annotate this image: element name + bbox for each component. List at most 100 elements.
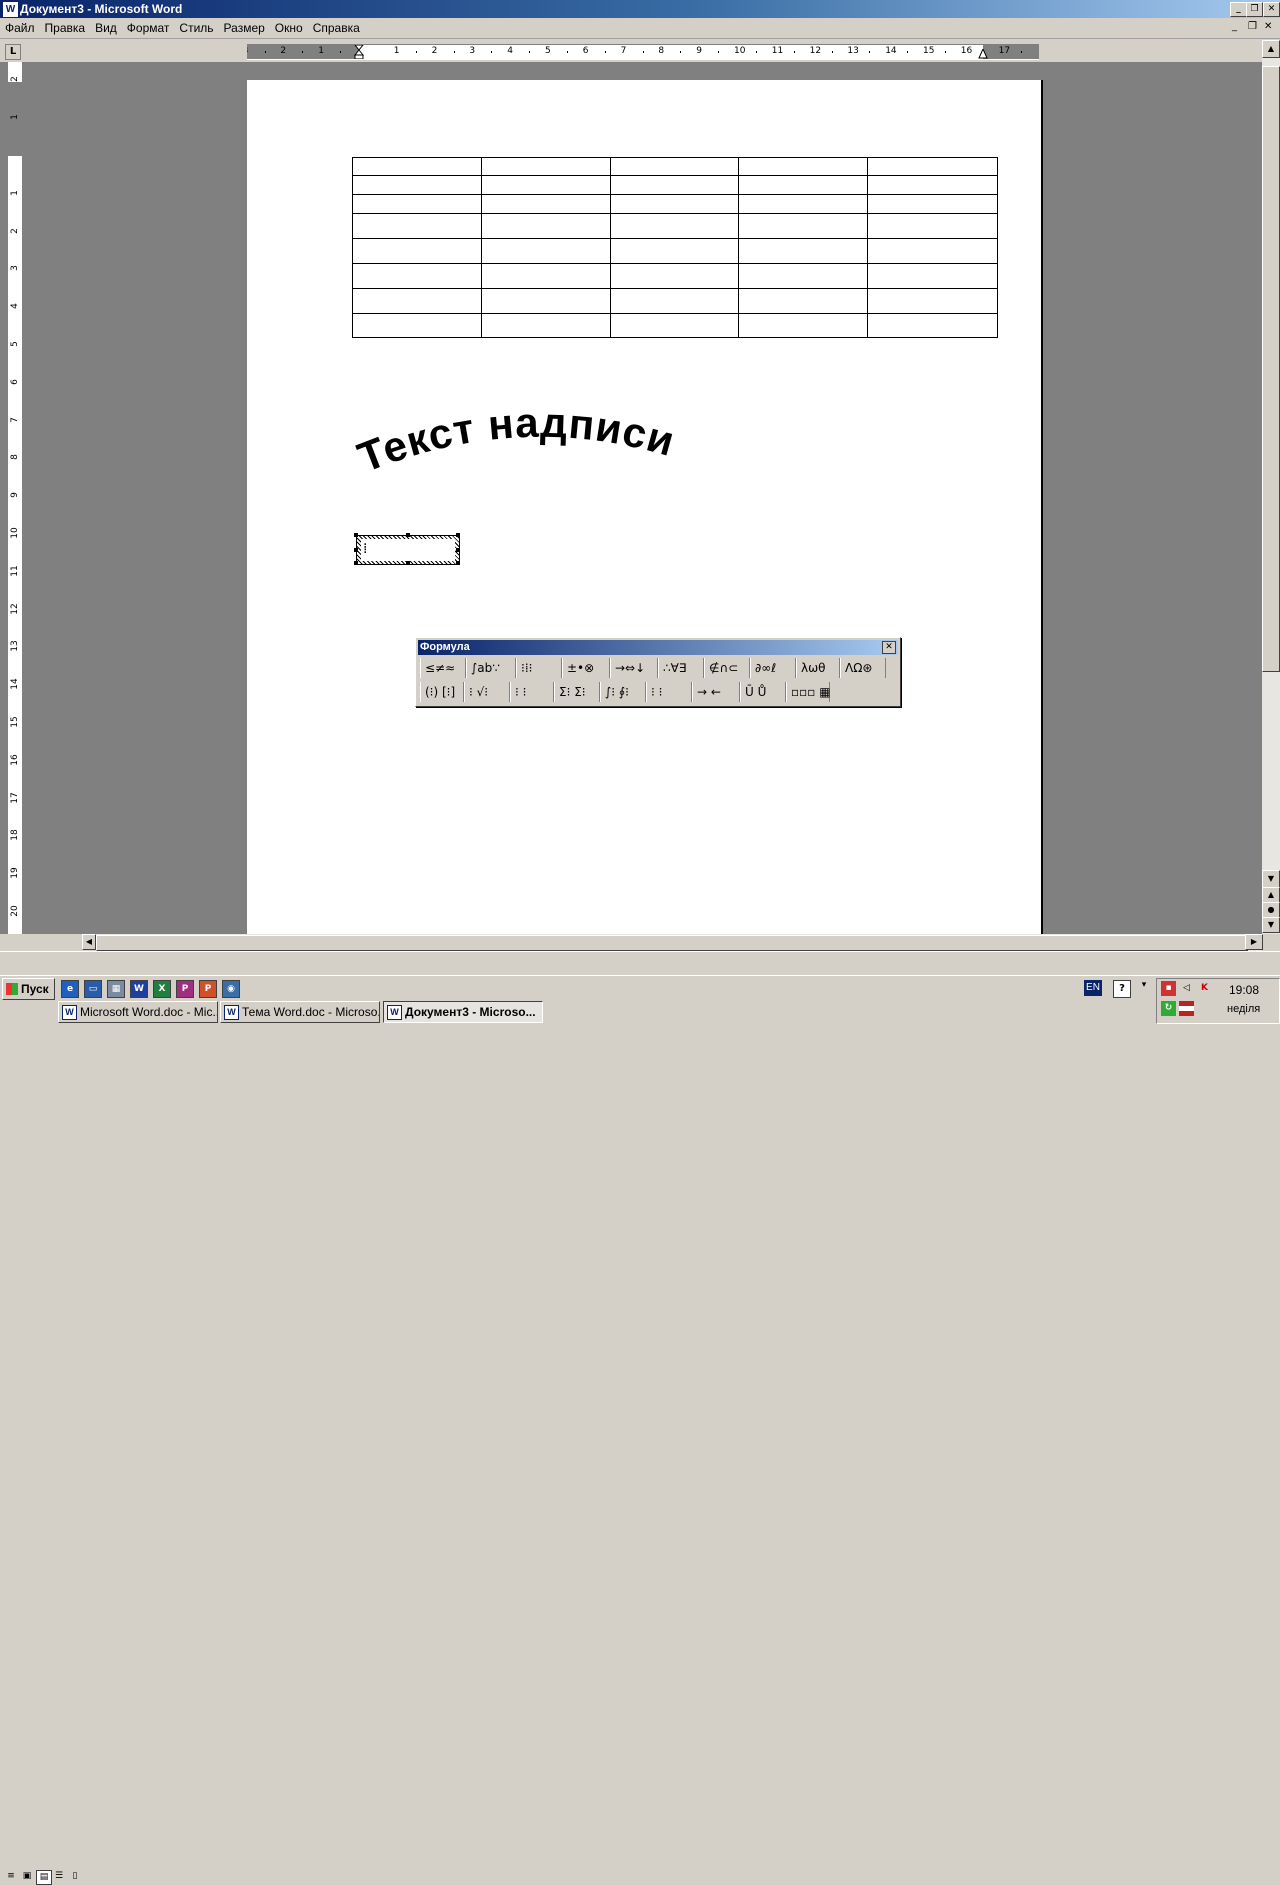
right-indent-marker-icon[interactable]: [978, 49, 988, 59]
table-cell[interactable]: [738, 157, 868, 176]
formula-palette-button[interactable]: λωθ: [796, 658, 840, 678]
resize-handle[interactable]: [456, 561, 460, 565]
formula-palette-button[interactable]: ∂∞ℓ: [750, 658, 796, 678]
formula-palette-button[interactable]: ⁝ ⁝: [646, 682, 692, 702]
sync-icon[interactable]: ↻: [1161, 1001, 1176, 1016]
table-cell[interactable]: [867, 263, 998, 289]
table-cell[interactable]: [352, 238, 482, 264]
resize-handle[interactable]: [354, 548, 358, 552]
word-icon[interactable]: W: [130, 980, 148, 998]
menu-format[interactable]: Формат: [122, 18, 175, 35]
resize-handle[interactable]: [354, 533, 358, 537]
table-cell[interactable]: [610, 288, 739, 314]
table-cell[interactable]: [610, 213, 739, 239]
formula-palette-button[interactable]: ▫▫▫ ▦: [786, 682, 831, 702]
formula-palette-button[interactable]: Ū Ů: [740, 682, 786, 702]
ie-icon[interactable]: e: [61, 980, 79, 998]
formula-palette-button[interactable]: ⁝⁞⁝: [516, 658, 562, 678]
table-cell[interactable]: [352, 175, 482, 195]
formula-palette-button[interactable]: ⁝ √⁝: [464, 682, 510, 702]
menu-size[interactable]: Размер: [219, 18, 270, 35]
formula-toolbar[interactable]: Формула ✕ ≤≠≈ ∫ab∵ ⁝⁞⁝ ±•⊗ →⇔↓ ∴∀∃ ∉∩⊂ ∂∞ℓ λωθ ΛΩ…: [415, 637, 901, 707]
table-cell[interactable]: [867, 288, 998, 314]
equation-edit-area[interactable]: ⁞: [361, 539, 455, 561]
table-cell[interactable]: [481, 194, 611, 214]
normal-view-button[interactable]: ≡: [4, 1870, 18, 1883]
table-cell[interactable]: [352, 288, 482, 314]
table-cell[interactable]: [481, 313, 611, 338]
horizontal-ruler[interactable]: 3211234567891011121314151617: [247, 44, 1039, 60]
table-cell[interactable]: [610, 194, 739, 214]
media-icon[interactable]: ◉: [222, 980, 240, 998]
table-cell[interactable]: [738, 175, 868, 195]
next-page-button[interactable]: ▼: [1262, 917, 1280, 933]
table-cell[interactable]: [610, 263, 739, 289]
document-table[interactable]: [352, 157, 998, 338]
reading-layout-button[interactable]: ▯: [68, 1870, 82, 1883]
formula-palette-button[interactable]: →⇔↓: [610, 658, 658, 678]
table-cell[interactable]: [481, 238, 611, 264]
clock-time[interactable]: 19:08: [1229, 983, 1259, 997]
language-options-icon[interactable]: ▾: [1138, 980, 1150, 996]
menu-edit[interactable]: Правка: [40, 18, 91, 35]
table-cell[interactable]: [352, 213, 482, 239]
table-cell[interactable]: [867, 194, 998, 214]
menu-file[interactable]: Файл: [0, 18, 40, 35]
calculator-icon[interactable]: ▦: [107, 980, 125, 998]
table-cell[interactable]: [738, 313, 868, 338]
taskbar-window-button[interactable]: W Тема Word.doc - Microso...: [220, 1001, 380, 1023]
table-cell[interactable]: [352, 263, 482, 289]
excel-icon[interactable]: X: [153, 980, 171, 998]
tab-selector[interactable]: L: [5, 44, 21, 60]
formula-palette-button[interactable]: ∫ab∵: [466, 658, 516, 678]
table-cell[interactable]: [610, 157, 739, 176]
table-cell[interactable]: [610, 313, 739, 338]
formula-palette-button[interactable]: ΛΩ⊛: [840, 658, 886, 678]
menu-window[interactable]: Окно: [270, 18, 308, 35]
word-app-icon[interactable]: W: [2, 1, 19, 18]
scroll-down-button[interactable]: ▼: [1262, 870, 1280, 888]
formula-palette-button[interactable]: ±•⊗: [562, 658, 610, 678]
table-cell[interactable]: [352, 194, 482, 214]
scroll-left-button[interactable]: ◀: [82, 934, 96, 950]
desktop-icon[interactable]: ▭: [84, 980, 102, 998]
flag-icon[interactable]: [1179, 1001, 1194, 1016]
table-cell[interactable]: [738, 288, 868, 314]
menu-view[interactable]: Вид: [90, 18, 122, 35]
equation-object[interactable]: ⁞: [354, 533, 460, 565]
table-cell[interactable]: [867, 175, 998, 195]
vertical-scroll-thumb[interactable]: [1262, 66, 1280, 672]
resize-handle[interactable]: [406, 561, 410, 565]
doc-restore-button[interactable]: ❐: [1248, 21, 1257, 32]
doc-close-button[interactable]: ✕: [1264, 21, 1272, 32]
scroll-right-button[interactable]: ▶: [1245, 934, 1263, 950]
table-cell[interactable]: [481, 175, 611, 195]
formula-palette-button[interactable]: ∴∀∃: [658, 658, 704, 678]
table-cell[interactable]: [738, 263, 868, 289]
scroll-up-button[interactable]: ▲: [1262, 40, 1280, 58]
table-cell[interactable]: [738, 194, 868, 214]
formula-palette-button[interactable]: (⁝) [⁝]: [420, 682, 464, 702]
outline-view-button[interactable]: ☰: [52, 1870, 66, 1883]
formula-palette-button[interactable]: ∫⁝ ∮⁝: [600, 682, 646, 702]
formula-palette-button[interactable]: Σ⁝ Σ⁝: [554, 682, 600, 702]
print-layout-button[interactable]: ▤: [36, 1870, 52, 1885]
menu-help[interactable]: Справка: [308, 18, 365, 35]
table-cell[interactable]: [867, 213, 998, 239]
table-cell[interactable]: [481, 157, 611, 176]
table-cell[interactable]: [481, 288, 611, 314]
table-cell[interactable]: [481, 263, 611, 289]
table-cell[interactable]: [610, 175, 739, 195]
web-layout-button[interactable]: ▣: [20, 1870, 34, 1883]
select-browse-object-button[interactable]: ●: [1262, 902, 1280, 918]
taskbar-window-button[interactable]: W Документ3 - Microso...: [383, 1001, 543, 1023]
language-indicator[interactable]: EN: [1084, 980, 1102, 996]
publisher-icon[interactable]: P: [176, 980, 194, 998]
menu-style[interactable]: Стиль: [174, 18, 218, 35]
formula-toolbar-titlebar[interactable]: Формула ✕: [418, 640, 898, 655]
table-cell[interactable]: [867, 238, 998, 264]
minimize-button[interactable]: _: [1230, 2, 1247, 17]
resize-handle[interactable]: [354, 561, 358, 565]
table-cell[interactable]: [481, 213, 611, 239]
antivirus-icon[interactable]: K: [1197, 981, 1212, 996]
